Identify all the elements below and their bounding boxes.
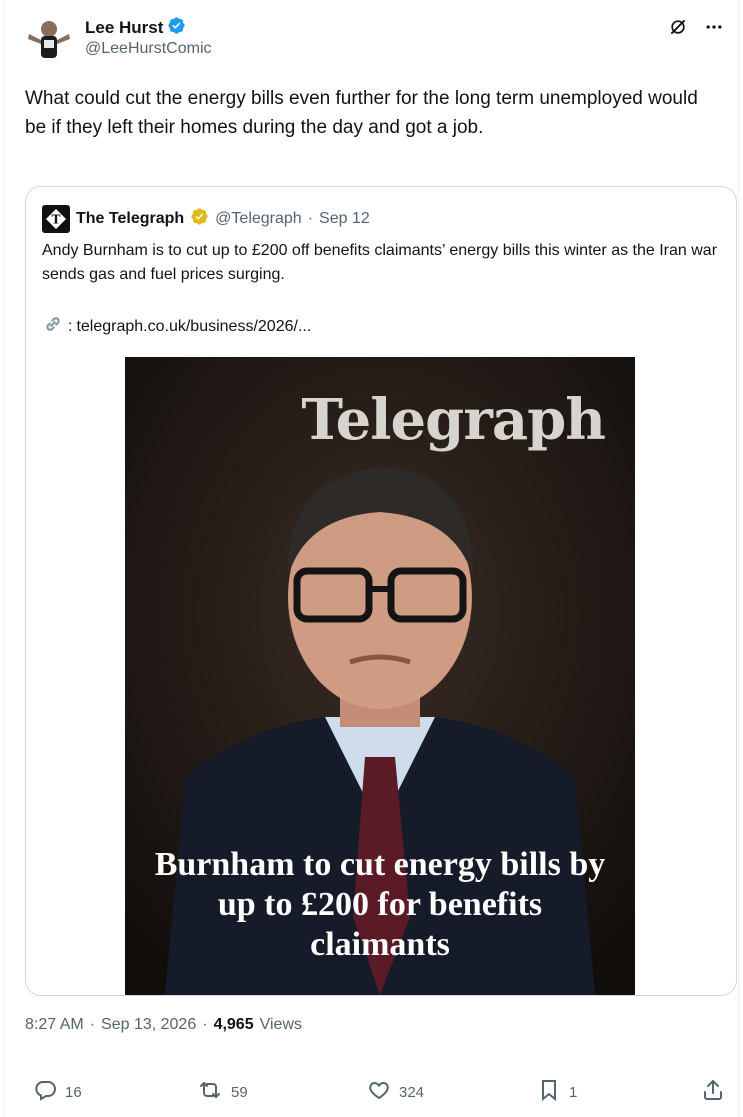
- link-prefix: :: [68, 317, 73, 335]
- quoted-header: T The Telegraph @Telegraph · Sep 12: [42, 205, 370, 233]
- verified-badge-icon: [190, 207, 209, 231]
- author-handle[interactable]: @LeeHurstComic: [85, 40, 212, 58]
- bookmark-count: 1: [569, 1083, 578, 1101]
- tweet-text: What could cut the energy bills even fur…: [25, 88, 698, 138]
- like-button[interactable]: 324: [367, 1078, 424, 1106]
- link-icon: [42, 313, 64, 340]
- header-actions: [667, 16, 725, 38]
- telegraph-logo-icon: T: [42, 205, 70, 233]
- action-bar: 16 59 324 1: [25, 1070, 725, 1110]
- tweet-meta: 8:27 AM · Sep 13, 2026 · 4,965 Views: [25, 1016, 302, 1034]
- like-icon: [367, 1078, 391, 1106]
- quoted-date[interactable]: Sep 12: [319, 210, 370, 228]
- repost-icon: [197, 1078, 223, 1106]
- avatar[interactable]: [25, 14, 73, 62]
- bookmark-icon: [537, 1078, 561, 1106]
- share-icon: [701, 1078, 725, 1106]
- separator: ·: [89, 1016, 96, 1033]
- tweet-header: Lee Hurst @LeeHurstComic: [25, 12, 725, 62]
- views-count: 4,965: [213, 1016, 254, 1033]
- like-count: 324: [399, 1083, 425, 1101]
- grok-icon[interactable]: [667, 16, 689, 38]
- name-row: Lee Hurst: [85, 16, 186, 40]
- link-url[interactable]: telegraph.co.uk/business/2026/...: [76, 318, 311, 336]
- share-button[interactable]: [701, 1078, 725, 1106]
- quoted-link[interactable]: : telegraph.co.uk/business/2026/...: [42, 313, 311, 340]
- tweet-card: Lee Hurst @LeeHurstComic What could cut …: [4, 0, 739, 1117]
- more-icon[interactable]: [703, 16, 725, 38]
- quoted-tweet[interactable]: T The Telegraph @Telegraph · Sep 12 Andy…: [25, 186, 737, 996]
- reply-count: 16: [65, 1083, 82, 1101]
- repost-button[interactable]: 59: [197, 1078, 248, 1106]
- views-label: Views: [259, 1016, 302, 1033]
- repost-count: 59: [231, 1083, 248, 1101]
- quoted-media-image[interactable]: Telegraph Burnham to cut energy bills by…: [125, 357, 635, 995]
- quoted-author-handle[interactable]: @Telegraph: [215, 210, 302, 228]
- reply-icon: [33, 1078, 57, 1106]
- tweet-time[interactable]: 8:27 AM: [25, 1016, 84, 1034]
- bookmark-button[interactable]: 1: [537, 1078, 577, 1106]
- author-name[interactable]: Lee Hurst: [85, 18, 163, 38]
- separator: ·: [202, 1016, 208, 1033]
- reply-button[interactable]: 16: [33, 1078, 82, 1106]
- quoted-text: Andy Burnham is to cut up to £200 off be…: [42, 242, 718, 283]
- verified-badge-icon: [167, 16, 186, 40]
- telegraph-wordmark: Telegraph: [301, 387, 606, 453]
- media-headline: Burnham to cut energy bills by up to £20…: [154, 846, 606, 963]
- quoted-author-name[interactable]: The Telegraph: [76, 210, 184, 228]
- svg-text:T: T: [52, 213, 61, 227]
- tweet-date[interactable]: Sep 13, 2026: [101, 1016, 196, 1034]
- separator: ·: [307, 210, 314, 227]
